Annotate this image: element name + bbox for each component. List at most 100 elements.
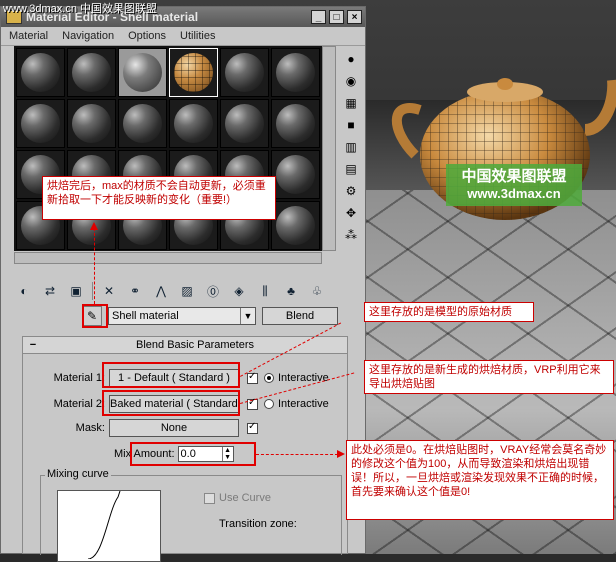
mixing-curve-graph (57, 490, 161, 562)
sample-sphere (276, 206, 315, 245)
material-id-icon[interactable]: ⓪ (203, 281, 223, 301)
backlight-icon[interactable]: ◉ (342, 72, 360, 90)
sample-sphere (225, 53, 264, 92)
material-name-row: ✎ Shell material ▼ Blend (82, 306, 352, 326)
menu-bar: Material Navigation Options Utilities (1, 27, 365, 46)
maximize-button[interactable]: □ (329, 10, 344, 24)
options-icon[interactable]: ⚙ (342, 182, 360, 200)
menu-options[interactable]: Options (128, 30, 166, 42)
material1-enable-checkbox[interactable] (247, 371, 258, 384)
mask-button[interactable]: None (109, 419, 239, 437)
use-curve-checkbox[interactable] (204, 492, 215, 504)
sample-sphere (276, 155, 315, 194)
video-color-check-icon[interactable]: ▥ (342, 138, 360, 156)
material1-label: Material 1: (53, 372, 105, 384)
annotation-refresh-material: 烘焙完后，max的材质不会自动更新，必须重新拾取一下才能反映新的变化（重要!） (42, 176, 276, 220)
mixing-curve-group: Mixing curve Use Curve Transition zone: (40, 468, 342, 562)
sample-slot[interactable] (118, 99, 167, 148)
copy-material-icon[interactable]: ⚭ (125, 281, 145, 301)
minimize-button[interactable]: _ (311, 10, 326, 24)
sample-slot[interactable] (271, 150, 320, 199)
sample-slots-grid (14, 46, 322, 251)
close-button[interactable]: × (347, 10, 362, 24)
watermark-line2: www.3dmax.cn (467, 186, 561, 201)
sample-slot[interactable] (16, 48, 65, 97)
material-name-value: Shell material (112, 310, 179, 322)
material-type-button[interactable]: Blend (262, 307, 338, 325)
sample-sphere (174, 53, 213, 92)
material2-label: Material 2: (53, 398, 105, 410)
uv-tiling-icon[interactable]: ■ (342, 116, 360, 134)
watermark: 中国效果图联盟 www.3dmax.cn (446, 164, 582, 206)
sample-slot[interactable] (220, 99, 269, 148)
side-toolbar: ● ◉ ▦ ■ ▥ ▤ ⚙ ✥ ⁂ (342, 50, 362, 244)
background-checker-icon[interactable]: ▦ (342, 94, 360, 112)
toolbar-divider (92, 282, 93, 300)
use-curve-label: Use Curve (219, 492, 271, 504)
go-forward-sibling-icon[interactable]: ♧ (307, 281, 327, 301)
put-to-library-icon[interactable]: ▨ (177, 281, 197, 301)
material1-interactive-radio[interactable] (264, 373, 274, 383)
highlight-material1 (102, 362, 240, 388)
sample-sphere (72, 53, 111, 92)
menu-material[interactable]: Material (9, 30, 48, 42)
make-unique-icon[interactable]: ⋀ (151, 281, 171, 301)
highlight-eyedropper (82, 304, 108, 328)
sample-sphere (174, 104, 213, 143)
site-tag: www.3dmax.cn 中国效果图联盟 (3, 3, 158, 15)
sample-slot[interactable] (271, 48, 320, 97)
sample-slot[interactable] (169, 99, 218, 148)
sample-sphere (276, 104, 315, 143)
chevron-down-icon[interactable]: ▼ (240, 308, 255, 324)
sample-type-icon[interactable]: ● (342, 50, 360, 68)
material-navigator-icon[interactable]: ⁂ (342, 226, 360, 244)
material-name-dropdown[interactable]: Shell material ▼ (108, 307, 256, 325)
reset-material-icon[interactable]: ✕ (99, 281, 119, 301)
sample-slot[interactable] (220, 48, 269, 97)
sample-sphere (225, 104, 264, 143)
material2-interactive-label: Interactive (278, 398, 329, 410)
show-map-icon[interactable]: ◈ (229, 281, 249, 301)
sample-slot[interactable] (118, 48, 167, 97)
assign-to-selection-icon[interactable]: ▣ (66, 281, 86, 301)
go-to-parent-icon[interactable]: ♣ (281, 281, 301, 301)
sample-sphere (123, 53, 162, 92)
watermark-line1: 中国效果图联盟 (461, 168, 567, 185)
collapse-icon[interactable]: − (23, 339, 43, 351)
mask-enable-checkbox[interactable] (247, 421, 258, 434)
sample-slot[interactable] (67, 99, 116, 148)
menu-utilities[interactable]: Utilities (180, 30, 215, 42)
slots-horizontal-scrollbar[interactable] (14, 252, 322, 264)
mixing-curve-label: Mixing curve (45, 468, 111, 480)
get-material-icon[interactable]: ◐ (14, 281, 34, 301)
sample-slot[interactable] (271, 99, 320, 148)
transition-zone-label: Transition zone: (219, 518, 297, 530)
arrow-right-icon (337, 450, 345, 458)
put-to-scene-icon[interactable]: ⇄ (40, 281, 60, 301)
annotation-mix-amount: 此处必须是0。在烘焙贴图时，VRAY经常会莫名奇妙的修改这个值为100，从而导致… (346, 440, 614, 520)
connector-eyedropper (94, 228, 95, 304)
menu-navigation[interactable]: Navigation (62, 30, 114, 42)
sample-slot-active[interactable] (169, 48, 218, 97)
material2-interactive-radio[interactable] (264, 399, 274, 409)
material-toolbar: ◐ ⇄ ▣ ✕ ⚭ ⋀ ▨ ⓪ ◈ ⫼ ♣ ♧ (14, 280, 354, 302)
sample-slot[interactable] (271, 201, 320, 250)
highlight-mix-amount (130, 442, 256, 466)
annotation-original-material: 这里存放的是模型的原始材质 (364, 302, 534, 322)
rollout-title: Blend Basic Parameters (136, 339, 254, 351)
show-end-result-icon[interactable]: ⫼ (255, 281, 275, 301)
make-preview-icon[interactable]: ▤ (342, 160, 360, 178)
annotation-baked-material: 这里存放的是新生成的烘焙材质，VRP利用它来导出烘焙贴图 (364, 360, 614, 394)
teapot-render (385, 60, 616, 240)
sample-sphere (21, 104, 60, 143)
connector-mix-amount (256, 454, 338, 455)
sample-slot[interactable] (67, 48, 116, 97)
sample-sphere (123, 104, 162, 143)
mask-row: Mask: None (23, 418, 349, 438)
sample-slot[interactable] (16, 99, 65, 148)
use-curve-option: Use Curve (204, 492, 271, 504)
select-by-material-icon[interactable]: ✥ (342, 204, 360, 222)
sample-sphere (276, 53, 315, 92)
slots-vertical-scrollbar[interactable] (322, 46, 336, 251)
highlight-material2 (102, 390, 240, 416)
